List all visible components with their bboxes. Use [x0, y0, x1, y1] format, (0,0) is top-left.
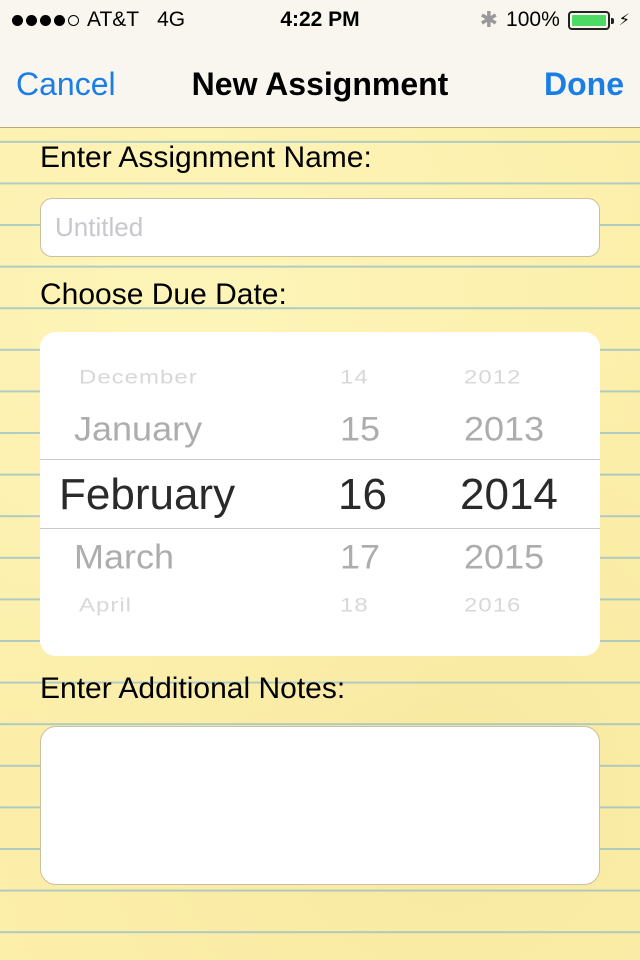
month-option[interactable]: December [79, 367, 198, 390]
assignment-name-input[interactable] [40, 198, 600, 257]
month-option-selected[interactable]: February [59, 470, 235, 520]
assignment-name-label: Enter Assignment Name: [40, 141, 372, 174]
day-option[interactable]: 18 [340, 595, 369, 618]
month-option[interactable]: March [74, 537, 174, 577]
status-right: ✱ 100% ⚡︎ [480, 7, 630, 33]
lightning-bolt-icon: ⚡︎ [618, 12, 630, 29]
battery-percent: 100% [506, 8, 560, 31]
month-option[interactable]: January [74, 409, 202, 449]
due-date-label: Choose Due Date: [40, 278, 287, 311]
notes-textarea[interactable] [40, 726, 600, 885]
done-button[interactable]: Done [544, 66, 624, 103]
year-option[interactable]: 2015 [464, 537, 544, 577]
battery-fill [571, 14, 606, 26]
battery-icon [567, 10, 614, 30]
bluetooth-icon: ✱ [479, 7, 499, 32]
year-option[interactable]: 2012 [464, 367, 521, 390]
year-wheel[interactable]: 2012 2013 2014 2015 2016 [440, 332, 600, 656]
day-option[interactable]: 17 [340, 537, 380, 577]
month-wheel[interactable]: December January February March April [40, 332, 320, 656]
navigation-bar: Cancel New Assignment Done [0, 40, 640, 128]
year-option-selected[interactable]: 2014 [460, 470, 558, 520]
selection-indicator-bottom [40, 528, 600, 529]
day-option[interactable]: 14 [340, 367, 369, 390]
battery-tip [610, 17, 614, 24]
status-bar: AT&T 4G 4:22 PM ✱ 100% ⚡︎ [0, 0, 640, 40]
year-option[interactable]: 2013 [464, 409, 544, 449]
day-option-selected[interactable]: 16 [338, 470, 387, 520]
due-date-picker[interactable]: December January February March April 14… [40, 332, 600, 656]
day-wheel[interactable]: 14 15 16 17 18 [320, 332, 440, 656]
year-option[interactable]: 2016 [464, 595, 521, 618]
cancel-button[interactable]: Cancel [16, 66, 116, 103]
notes-label: Enter Additional Notes: [40, 672, 346, 705]
day-option[interactable]: 15 [340, 409, 380, 449]
selection-indicator-top [40, 459, 600, 460]
month-option[interactable]: April [79, 595, 132, 618]
